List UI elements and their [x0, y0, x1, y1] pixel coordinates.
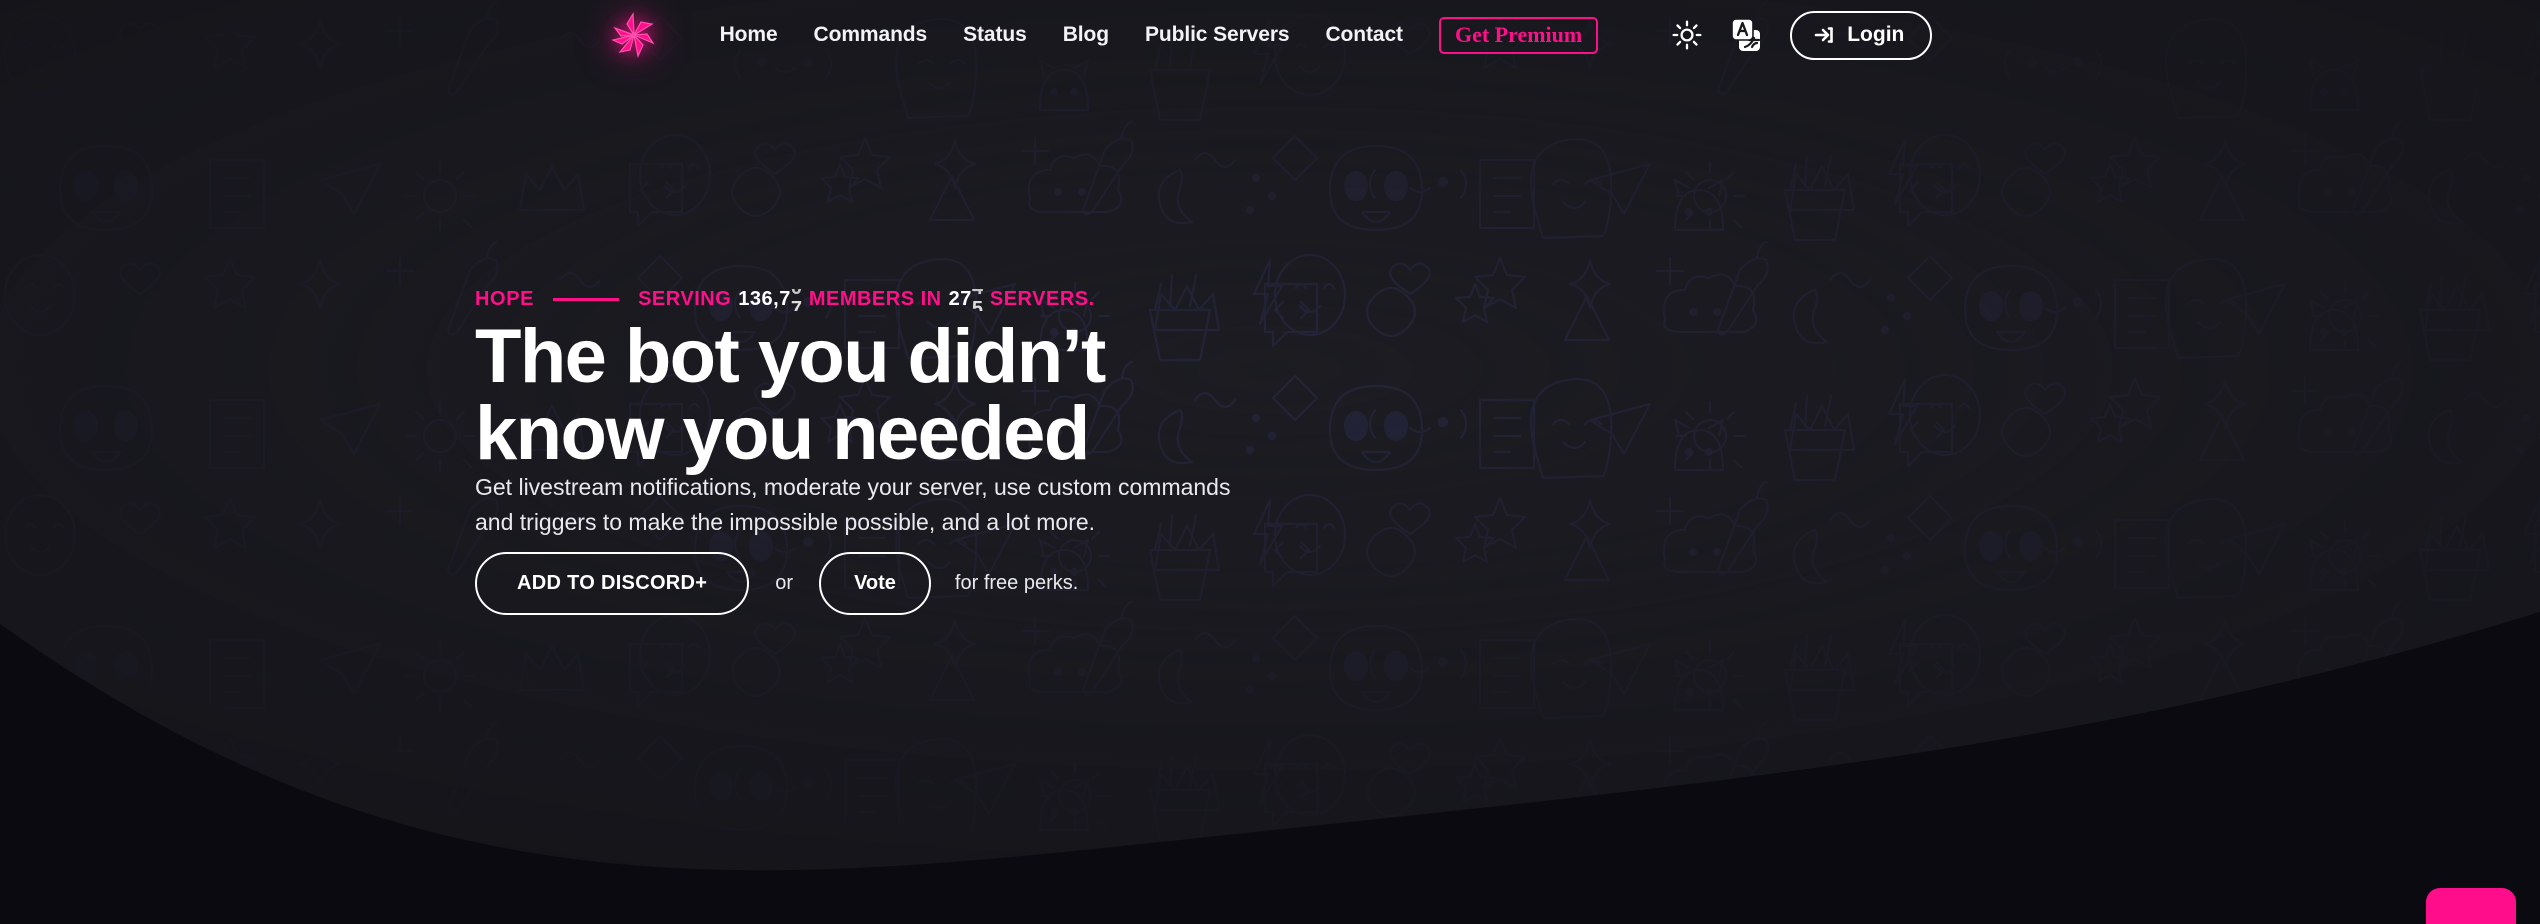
headline-line-2: know you needed [475, 391, 1090, 476]
eyebrow-servers-label: SERVERS. [989, 288, 1095, 310]
get-premium-button[interactable]: Get Premium [1438, 16, 1599, 54]
login-label: Login [1847, 23, 1905, 46]
flower-logo-icon[interactable] [608, 9, 660, 61]
member-count-value: 136,7 [738, 288, 791, 310]
page-title: The bot you didn’t know you needed [475, 318, 1106, 472]
eyebrow-serving-label: SERVING [638, 288, 732, 310]
server-count: 2745 [949, 288, 983, 311]
hero-eyebrow: HOPE SERVING 136,70674 MEMBERS IN 2745 S… [475, 288, 1095, 311]
eyebrow-stats: SERVING 136,70674 MEMBERS IN 2745 SERVER… [638, 288, 1095, 311]
nav-link-contact[interactable]: Contact [1325, 23, 1403, 47]
nav-link-home[interactable]: Home [720, 23, 778, 47]
nav-actions: Login [1672, 10, 1933, 60]
nav-link-public-servers[interactable]: Public Servers [1145, 23, 1290, 47]
login-button[interactable]: Login [1790, 10, 1933, 60]
chat-support-widget[interactable] [2426, 888, 2516, 924]
add-to-discord-button[interactable]: ADD TO DISCORD+ [475, 552, 750, 615]
eyebrow-divider-dash [553, 298, 620, 301]
member-count-rolling-digits: 0674 [791, 289, 802, 311]
nav-link-blog[interactable]: Blog [1063, 23, 1109, 47]
hero-cta-row: ADD TO DISCORD+ or Vote for free perks. [475, 552, 1078, 615]
member-digit-bottom: 74 [790, 297, 802, 311]
main-navigation: Home Commands Status Blog Public Servers… [0, 0, 2540, 70]
headline-line-1: The bot you didn’t [475, 314, 1106, 399]
cta-or-label: or [775, 572, 794, 594]
login-arrow-icon [1814, 24, 1836, 46]
hero-description: Get livestream notifications, moderate y… [475, 474, 1231, 535]
server-count-value: 27 [948, 288, 972, 310]
nav-links: Home Commands Status Blog Public Servers… [720, 16, 1599, 54]
eyebrow-members-label: MEMBERS IN [808, 288, 942, 310]
member-count: 136,70674 [738, 288, 802, 311]
cta-perks-label: for free perks. [954, 572, 1079, 594]
sun-icon[interactable] [1672, 20, 1702, 50]
vote-button[interactable]: Vote [819, 552, 931, 615]
eyebrow-brand: HOPE [475, 288, 535, 310]
nav-link-status[interactable]: Status [963, 23, 1027, 47]
server-count-rolling-digits: 45 [972, 289, 983, 311]
translate-icon[interactable] [1728, 17, 1764, 53]
server-digit-bottom: 5 [971, 297, 983, 311]
hero-section: HOPE SERVING 136,70674 MEMBERS IN 2745 S… [0, 0, 2540, 924]
nav-link-commands[interactable]: Commands [814, 23, 928, 47]
page-root: Home Commands Status Blog Public Servers… [0, 0, 2540, 924]
